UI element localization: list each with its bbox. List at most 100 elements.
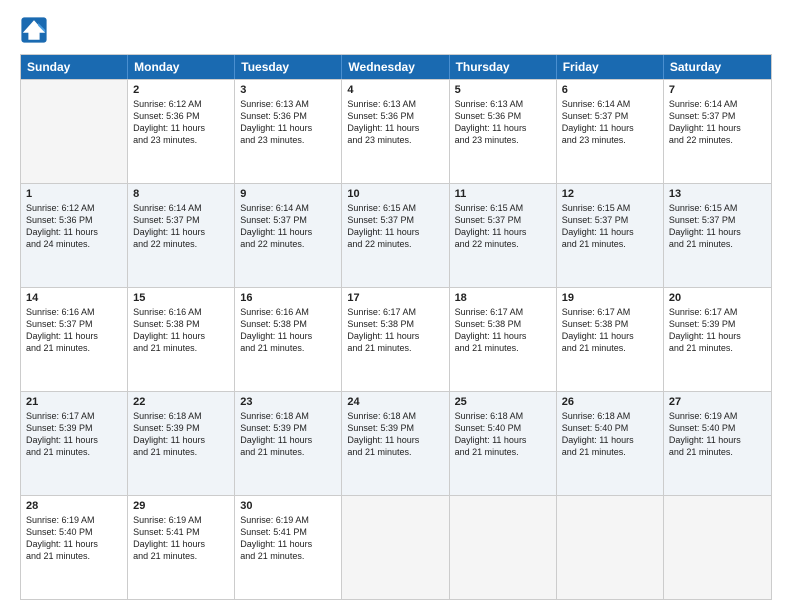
day-info: Sunrise: 6:15 AM Sunset: 5:37 PM Dayligh… [669,202,766,251]
cal-cell-10: 10 Sunrise: 6:15 AM Sunset: 5:37 PM Dayli… [342,184,449,287]
day-number: 7 [669,84,766,96]
cal-cell-21: 21Sunrise: 6:17 AM Sunset: 5:39 PM Dayli… [21,392,128,495]
cal-cell-empty [450,496,557,599]
day-info: Sunrise: 6:16 AM Sunset: 5:37 PM Dayligh… [26,306,122,355]
cal-cell-empty [342,496,449,599]
cal-cell-empty [557,496,664,599]
day-header-monday: Monday [128,55,235,79]
cal-cell-29: 29Sunrise: 6:19 AM Sunset: 5:41 PM Dayli… [128,496,235,599]
cal-cell-7: 7 Sunrise: 6:14 AM Sunset: 5:37 PM Daylig… [664,80,771,183]
day-number: 23 [240,396,336,408]
day-info: Sunrise: 6:18 AM Sunset: 5:40 PM Dayligh… [562,410,658,459]
day-header-tuesday: Tuesday [235,55,342,79]
calendar-row-3: 21Sunrise: 6:17 AM Sunset: 5:39 PM Dayli… [21,391,771,495]
day-number: 21 [26,396,122,408]
day-number: 1 [26,188,122,200]
day-number: 11 [455,188,551,200]
day-number: 20 [669,292,766,304]
day-number: 25 [455,396,551,408]
day-info: Sunrise: 6:18 AM Sunset: 5:39 PM Dayligh… [347,410,443,459]
cal-cell-6: 6 Sunrise: 6:14 AM Sunset: 5:37 PM Daylig… [557,80,664,183]
day-info: Sunrise: 6:16 AM Sunset: 5:38 PM Dayligh… [133,306,229,355]
cal-cell-17: 17 Sunrise: 6:17 AM Sunset: 5:38 PM Dayli… [342,288,449,391]
day-info: Sunrise: 6:17 AM Sunset: 5:38 PM Dayligh… [562,306,658,355]
day-info: Sunrise: 6:19 AM Sunset: 5:40 PM Dayligh… [669,410,766,459]
cal-cell-16: 16 Sunrise: 6:16 AM Sunset: 5:38 PM Dayli… [235,288,342,391]
calendar-row-0: 2 Sunrise: 6:12 AM Sunset: 5:36 PM Daylig… [21,79,771,183]
cal-cell-19: 19Sunrise: 6:17 AM Sunset: 5:38 PM Dayli… [557,288,664,391]
day-info: Sunrise: 6:13 AM Sunset: 5:36 PM Dayligh… [347,98,443,147]
day-info: Sunrise: 6:15 AM Sunset: 5:37 PM Dayligh… [347,202,443,251]
day-number: 26 [562,396,658,408]
cal-cell-20: 20 Sunrise: 6:17 AM Sunset: 5:39 PM Dayli… [664,288,771,391]
cal-cell-empty [664,496,771,599]
day-info: Sunrise: 6:17 AM Sunset: 5:38 PM Dayligh… [347,306,443,355]
day-info: Sunrise: 6:18 AM Sunset: 5:40 PM Dayligh… [455,410,551,459]
day-info: Sunrise: 6:14 AM Sunset: 5:37 PM Dayligh… [669,98,766,147]
cal-cell-5: 5 Sunrise: 6:13 AM Sunset: 5:36 PM Daylig… [450,80,557,183]
day-number: 2 [133,84,229,96]
day-number: 9 [240,188,336,200]
cal-cell-4: 4 Sunrise: 6:13 AM Sunset: 5:36 PM Daylig… [342,80,449,183]
day-info: Sunrise: 6:13 AM Sunset: 5:36 PM Dayligh… [455,98,551,147]
day-number: 22 [133,396,229,408]
day-info: Sunrise: 6:17 AM Sunset: 5:39 PM Dayligh… [669,306,766,355]
cal-cell-2: 2 Sunrise: 6:12 AM Sunset: 5:36 PM Daylig… [128,80,235,183]
logo-icon [20,16,48,44]
day-info: Sunrise: 6:15 AM Sunset: 5:37 PM Dayligh… [562,202,658,251]
cal-cell-23: 23Sunrise: 6:18 AM Sunset: 5:39 PM Dayli… [235,392,342,495]
day-number: 27 [669,396,766,408]
day-info: Sunrise: 6:15 AM Sunset: 5:37 PM Dayligh… [455,202,551,251]
day-header-thursday: Thursday [450,55,557,79]
cal-cell-24: 24Sunrise: 6:18 AM Sunset: 5:39 PM Dayli… [342,392,449,495]
day-number: 17 [347,292,443,304]
cal-cell-26: 26 Sunrise: 6:18 AM Sunset: 5:40 PM Dayli… [557,392,664,495]
day-header-friday: Friday [557,55,664,79]
day-info: Sunrise: 6:14 AM Sunset: 5:37 PM Dayligh… [133,202,229,251]
day-info: Sunrise: 6:19 AM Sunset: 5:40 PM Dayligh… [26,514,122,563]
logo [20,16,50,44]
day-number: 8 [133,188,229,200]
cal-cell-27: 27 Sunrise: 6:19 AM Sunset: 5:40 PM Dayli… [664,392,771,495]
day-number: 30 [240,500,336,512]
page: SundayMondayTuesdayWednesdayThursdayFrid… [0,0,792,612]
day-number: 10 [347,188,443,200]
day-number: 3 [240,84,336,96]
calendar-row-2: 14 Sunrise: 6:16 AM Sunset: 5:37 PM Dayli… [21,287,771,391]
day-number: 5 [455,84,551,96]
cal-cell-3: 3 Sunrise: 6:13 AM Sunset: 5:36 PM Daylig… [235,80,342,183]
cal-cell-13: 13Sunrise: 6:15 AM Sunset: 5:37 PM Dayli… [664,184,771,287]
day-number: 14 [26,292,122,304]
day-number: 6 [562,84,658,96]
day-info: Sunrise: 6:12 AM Sunset: 5:36 PM Dayligh… [133,98,229,147]
cal-cell-30: 30 Sunrise: 6:19 AM Sunset: 5:41 PM Dayli… [235,496,342,599]
cal-cell-25: 25 Sunrise: 6:18 AM Sunset: 5:40 PM Dayli… [450,392,557,495]
calendar-body: 2 Sunrise: 6:12 AM Sunset: 5:36 PM Daylig… [21,79,771,599]
day-info: Sunrise: 6:18 AM Sunset: 5:39 PM Dayligh… [133,410,229,459]
cal-cell-11: 11 Sunrise: 6:15 AM Sunset: 5:37 PM Dayli… [450,184,557,287]
calendar-row-1: 1 Sunrise: 6:12 AM Sunset: 5:36 PM Daylig… [21,183,771,287]
calendar-header: SundayMondayTuesdayWednesdayThursdayFrid… [21,55,771,79]
day-header-wednesday: Wednesday [342,55,449,79]
calendar-row-4: 28Sunrise: 6:19 AM Sunset: 5:40 PM Dayli… [21,495,771,599]
day-info: Sunrise: 6:19 AM Sunset: 5:41 PM Dayligh… [133,514,229,563]
day-info: Sunrise: 6:19 AM Sunset: 5:41 PM Dayligh… [240,514,336,563]
day-info: Sunrise: 6:14 AM Sunset: 5:37 PM Dayligh… [562,98,658,147]
day-header-sunday: Sunday [21,55,128,79]
day-number: 18 [455,292,551,304]
day-info: Sunrise: 6:16 AM Sunset: 5:38 PM Dayligh… [240,306,336,355]
cal-cell-28: 28Sunrise: 6:19 AM Sunset: 5:40 PM Dayli… [21,496,128,599]
cal-cell-empty [21,80,128,183]
day-info: Sunrise: 6:17 AM Sunset: 5:38 PM Dayligh… [455,306,551,355]
day-info: Sunrise: 6:14 AM Sunset: 5:37 PM Dayligh… [240,202,336,251]
day-header-saturday: Saturday [664,55,771,79]
day-info: Sunrise: 6:13 AM Sunset: 5:36 PM Dayligh… [240,98,336,147]
day-info: Sunrise: 6:12 AM Sunset: 5:36 PM Dayligh… [26,202,122,251]
day-number: 4 [347,84,443,96]
cal-cell-15: 15Sunrise: 6:16 AM Sunset: 5:38 PM Dayli… [128,288,235,391]
calendar: SundayMondayTuesdayWednesdayThursdayFrid… [20,54,772,600]
cal-cell-9: 9 Sunrise: 6:14 AM Sunset: 5:37 PM Daylig… [235,184,342,287]
day-number: 16 [240,292,336,304]
cal-cell-14: 14 Sunrise: 6:16 AM Sunset: 5:37 PM Dayli… [21,288,128,391]
cal-cell-12: 12Sunrise: 6:15 AM Sunset: 5:37 PM Dayli… [557,184,664,287]
